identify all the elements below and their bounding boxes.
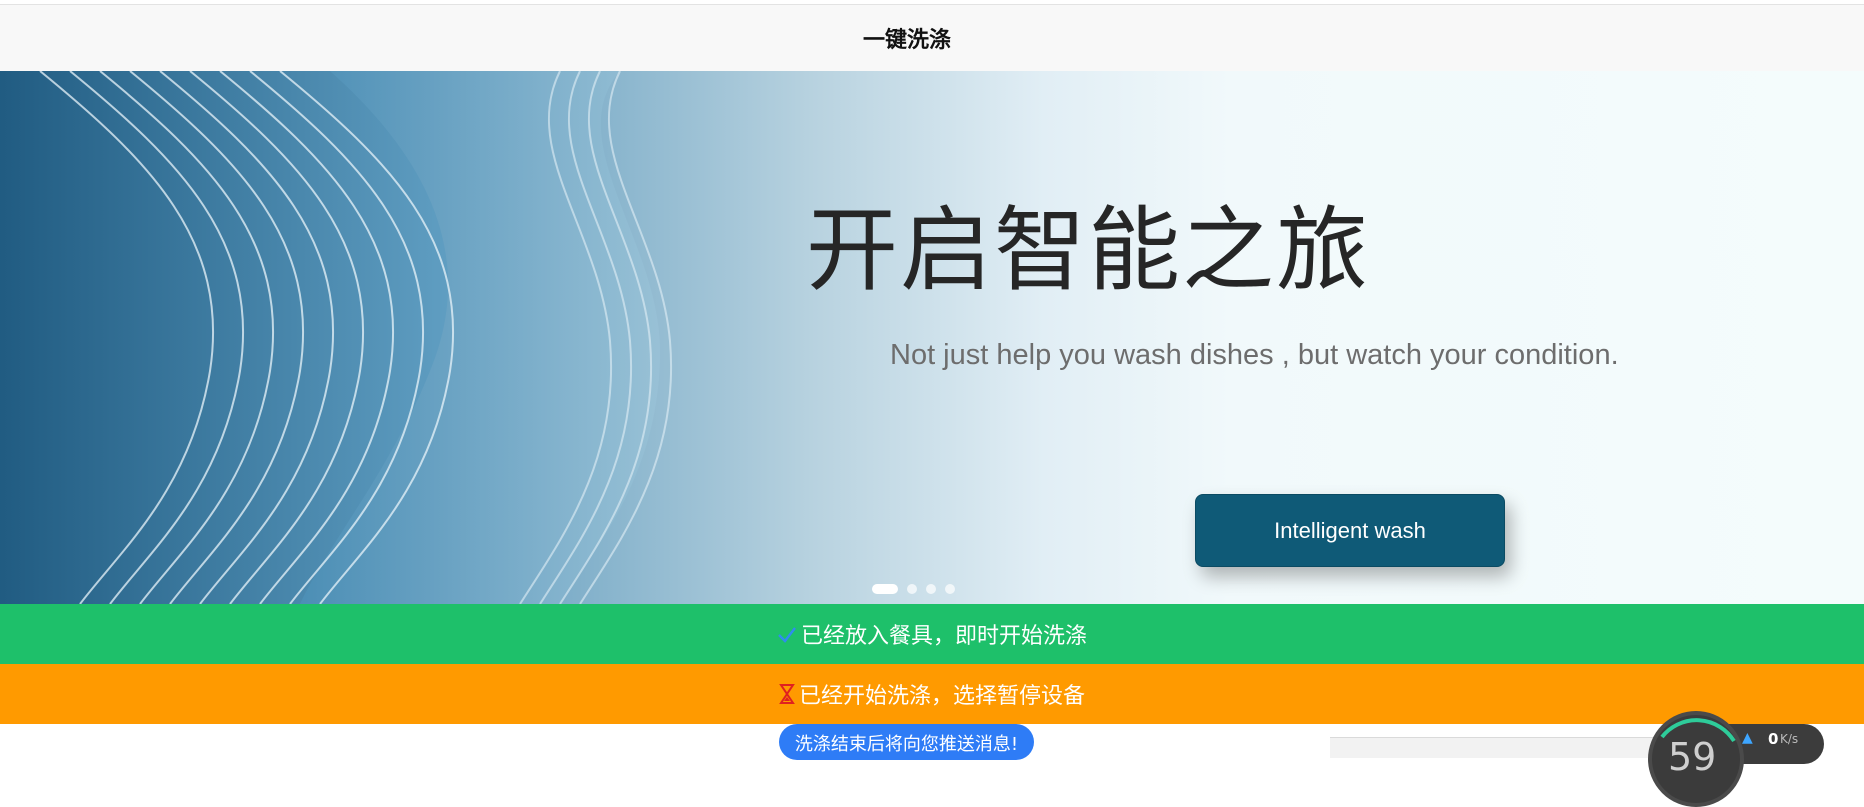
carousel-dot-3[interactable] [926,584,936,594]
start-wash-button[interactable]: 已经放入餐具，即时开始洗涤 [0,604,1864,664]
network-speed-unit: K/s [1780,732,1799,746]
system-monitor-value: 59 [1668,735,1717,779]
push-notice-pill: 洗涤结束后将向您推送消息! [779,724,1034,760]
system-monitor-widget[interactable]: 59 [1648,711,1744,807]
checkmark-icon [777,624,797,644]
push-notice-text: 洗涤结束后将向您推送消息! [794,734,1019,755]
network-speed-value: 0 [1768,730,1779,748]
carousel-dot-1[interactable] [872,584,898,594]
pause-device-label: 已经开始洗涤，选择暂停设备 [798,684,1085,709]
start-wash-label: 已经放入餐具，即时开始洗涤 [800,624,1087,649]
carousel-indicators [872,584,955,594]
page-title: 一键洗涤 [862,28,951,53]
hero-subline: Not just help you wash dishes , but watc… [890,339,1619,371]
intelligent-wash-button[interactable]: Intelligent wash [1195,494,1505,567]
hero-carousel[interactable]: 开启智能之旅 Not just help you wash dishes , b… [0,71,1864,604]
carousel-dot-2[interactable] [907,584,917,594]
carousel-dot-4[interactable] [945,584,955,594]
hourglass-icon [779,683,795,705]
hero-headline: 开启智能之旅 [806,197,1371,304]
pause-device-button[interactable]: 已经开始洗涤，选择暂停设备 [0,664,1864,724]
nav-bar: 一键洗涤 [0,5,1864,71]
ime-toolbar[interactable] [1330,737,1660,758]
wave-background-image [0,71,673,604]
